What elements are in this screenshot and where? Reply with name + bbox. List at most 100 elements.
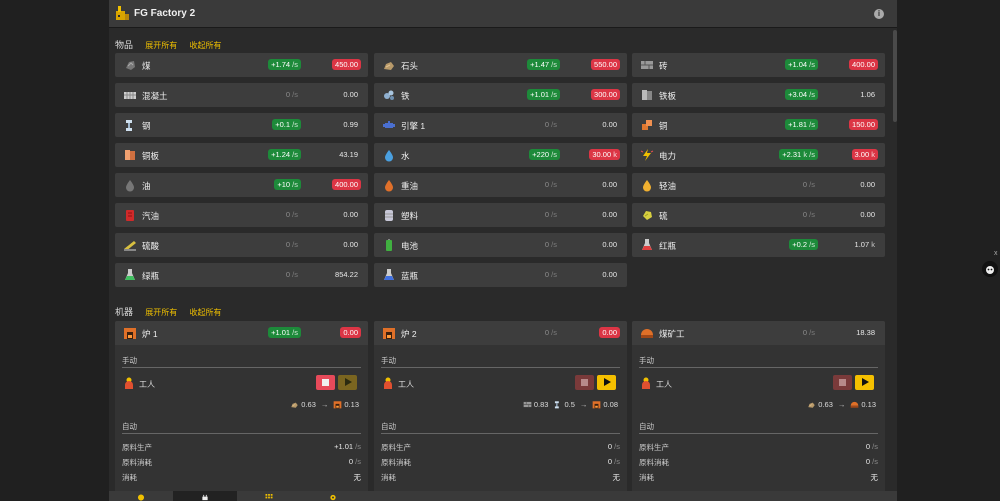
item-card[interactable]: 砖 +1.04 /s 400.00 [632,53,885,77]
item-rate-unit: /s [292,60,298,69]
items-expand-all-link[interactable]: 展开所有 [145,41,177,50]
close-icon[interactable]: x [994,250,998,257]
item-rate-badge: 0 /s [283,89,301,100]
auto-label: 自动 [122,422,137,431]
item-card[interactable]: 红瓶 +0.2 /s 1.07 k [632,233,885,257]
item-card[interactable]: 电力 +2.31 k /s 3.00 k [632,143,885,167]
item-name: 轻油 [659,181,677,191]
info-icon[interactable]: i [874,9,884,19]
machine-stat-value: +1.01 /s [334,442,361,451]
stop-button[interactable] [316,375,335,390]
item-card[interactable]: 煤 +1.74 /s 450.00 [115,53,368,77]
steel-icon [126,120,132,131]
item-card[interactable]: 重油 0 /s 0.00 [374,173,627,197]
item-card[interactable]: 铁 +1.01 /s 300.00 [374,83,627,107]
items-section-title: 物品 [115,40,134,50]
item-amount: 150.00 [852,120,875,129]
item-card[interactable]: 水 +220 /s 30.00 k [374,143,627,167]
machine-header[interactable]: 煤矿工 0 /s 18.38 [632,321,885,345]
machines-expand-all-link[interactable]: 展开所有 [145,308,177,317]
item-rate-badge: 0 /s [283,209,301,220]
machines-collapse-all-link[interactable]: 收起所有 [189,308,221,317]
item-rate-badge: +10 /s [274,179,301,190]
worker-icon [642,377,650,389]
item-card[interactable]: 引擎 1 0 /s 0.00 [374,113,627,137]
play-button[interactable] [855,375,874,390]
item-card[interactable]: 油 +10 /s 400.00 [115,173,368,197]
item-amount-unit: k [871,240,875,249]
item-card[interactable]: 硫 0 /s 0.00 [632,203,885,227]
avatar-widget-icon[interactable] [982,261,998,277]
item-card[interactable]: 铜板 +1.24 /s 43.19 [115,143,368,167]
divider [381,367,620,368]
item-amount-badge: 0.00 [599,239,620,250]
recipe-output-value: 0.13 [344,399,359,409]
bottom-nav-tab[interactable] [237,491,301,501]
item-card[interactable]: 塑料 0 /s 0.00 [374,203,627,227]
item-rate: +1.47 [530,60,550,69]
item-name: 煤 [142,61,151,71]
brick-icon [641,61,653,69]
item-card[interactable]: 蓝瓶 0 /s 0.00 [374,263,627,287]
item-name: 电池 [401,241,419,251]
machine-stat-row: 原料消耗 0 /s [122,457,361,468]
machine-stat-row: 原料生产 0 /s [639,442,878,453]
item-card[interactable]: 铜 +1.81 /s 150.00 [632,113,885,137]
item-amount-badge: 0.00 [340,209,361,220]
item-card[interactable]: 铁板 +3.04 /s 1.06 [632,83,885,107]
items-collapse-all-link[interactable]: 收起所有 [189,41,221,50]
recipe-input-value: 0.83 [533,399,549,409]
water-icon [385,150,393,162]
machine-stat-row: 原料生产 0 /s [381,442,620,453]
stop-button[interactable] [833,375,852,390]
item-name: 铁板 [659,91,677,101]
bottom-nav [109,491,897,501]
bottom-nav-tab[interactable] [109,491,173,501]
coal-miner-icon [851,401,859,408]
machine-header[interactable]: 炉 2 0 /s 0.00 [374,321,627,345]
item-card[interactable]: 钢 +0.1 /s 0.99 [115,113,368,137]
item-name: 电力 [659,151,677,161]
item-name: 石头 [401,61,419,71]
machine-panel: 炉 20 /s 0.00 手动 工人 0.83 0.5 → 0.08 自动 原料生产 0 /s 原料消… [374,321,627,496]
machine-recipe: 0.63 → 0.13 [285,399,359,409]
play-button[interactable] [338,375,357,390]
factory-icon [202,494,208,501]
items-section-header: 物品 展开所有 收起所有 [115,38,231,52]
item-rate-badge: +1.74 /s [268,59,301,70]
item-card[interactable]: 汽油 0 /s 0.00 [115,203,368,227]
item-card[interactable]: 硫酸 0 /s 0.00 [115,233,368,257]
machine-stat-value: 无 [870,473,879,482]
machine-panel: 炉 1 +1.01 /s 0.00 手动 工人 0.63 → 0.13 自动 原料生产 +1.01 … [115,321,368,496]
item-name: 塑料 [401,211,419,221]
item-name: 引擎 1 [401,121,426,131]
scrollbar[interactable] [893,30,897,122]
machine-stat-row: 原料消耗 0 /s [639,457,878,468]
item-rate-unit: /s [809,240,815,249]
item-card[interactable]: 石头 +1.47 /s 550.00 [374,53,627,77]
divider [639,367,878,368]
play-button[interactable] [597,375,616,390]
bottom-nav-tab[interactable] [301,491,365,501]
item-name: 铁 [401,91,410,101]
item-card[interactable]: 电池 0 /s 0.00 [374,233,627,257]
item-card[interactable]: 混凝土 0 /s 0.00 [115,83,368,107]
sulfur-icon [643,211,652,220]
item-amount: 0.00 [602,210,617,219]
machine-header[interactable]: 炉 1 +1.01 /s 0.00 [115,321,368,345]
heavy-oil-icon [385,180,393,192]
item-rate: 0 [802,180,808,189]
item-name: 油 [142,181,151,191]
stop-button[interactable] [575,375,594,390]
machine-stat-label: 原料生产 [381,443,411,452]
iron-plate-icon [642,90,652,100]
item-card[interactable]: 绿瓶 0 /s 854.22 [115,263,368,287]
item-card[interactable]: 轻油 0 /s 0.00 [632,173,885,197]
item-rate-unit: /s [551,150,557,159]
item-rate-unit: /s [551,270,557,279]
stone-icon [808,402,815,408]
auto-label: 自动 [639,422,654,431]
bottom-nav-tab[interactable] [173,491,237,501]
item-amount-badge: 1.06 [857,89,878,100]
item-amount-badge: 0.00 [340,89,361,100]
